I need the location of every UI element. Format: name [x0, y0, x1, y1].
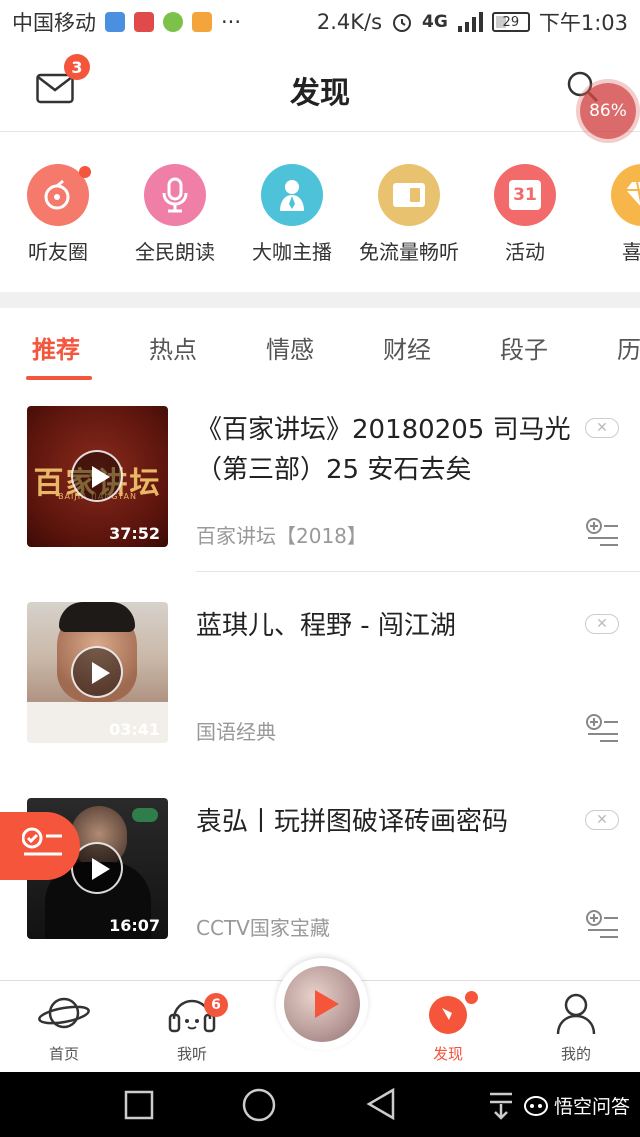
play-icon[interactable] — [71, 646, 123, 698]
category-reading[interactable]: 全民朗读 — [117, 164, 233, 265]
status-bar: 中国移动 ··· 2.4K/s 4G 29 下午1:03 — [0, 0, 640, 44]
category-hosts[interactable]: 大咖主播 — [234, 164, 350, 265]
item-title[interactable]: 《百家讲坛》20180205 司马光（第三部）25 安石去矣 — [196, 410, 572, 490]
now-playing-cover — [284, 966, 360, 1042]
nav-listening[interactable]: 6 我听 — [142, 991, 242, 1064]
planet-icon — [38, 997, 90, 1029]
category-icon — [378, 164, 440, 226]
feed-item[interactable]: 03:41 蓝琪儿、程野 - 闯江湖 国语经典 ✕ — [0, 602, 640, 798]
checklist-icon — [22, 827, 62, 856]
app-icon — [134, 12, 154, 32]
item-source[interactable]: 国语经典 — [196, 716, 276, 745]
clock: 下午1:03 — [538, 11, 628, 35]
category-ximalaya[interactable]: 喜马 — [584, 164, 640, 265]
category-label: 大咖主播 — [252, 240, 332, 264]
center-play-button[interactable] — [276, 958, 368, 1050]
category-events[interactable]: 31 活动 — [467, 164, 583, 265]
nav-home[interactable]: 首页 — [14, 991, 114, 1064]
category-label: 喜马 — [622, 240, 640, 264]
recent-apps-icon[interactable] — [124, 1090, 154, 1120]
nav-label: 我的 — [560, 1045, 591, 1063]
tab-finance[interactable]: 财经 — [383, 330, 431, 365]
host-person-icon — [280, 180, 304, 211]
notification-dot — [465, 991, 478, 1004]
nav-label: 首页 — [48, 1045, 79, 1063]
dismiss-icon[interactable]: ✕ — [585, 810, 619, 830]
signal-icon — [457, 12, 483, 32]
dismiss-icon[interactable]: ✕ — [585, 614, 619, 634]
cover-logo — [132, 808, 158, 822]
item-source[interactable]: 百家讲坛【2018】 — [196, 520, 367, 549]
app-icon — [163, 12, 183, 32]
friend-circle-icon — [44, 179, 70, 210]
item-source[interactable]: CCTV国家宝藏 — [196, 912, 330, 941]
category-label: 活动 — [505, 240, 545, 264]
category-row: 听友圈 全民朗读 大咖主播 免流量畅听 31 活动 喜马 — [0, 150, 640, 280]
diamond-icon — [626, 181, 640, 206]
cover-image[interactable]: 03:41 — [27, 602, 168, 743]
nav-discover[interactable]: 发现 — [398, 991, 498, 1064]
battery-icon: 29 — [491, 12, 530, 32]
nav-label: 发现 — [432, 1045, 463, 1063]
network-speed: 2.4K/s — [316, 10, 383, 34]
active-tab-indicator — [26, 376, 92, 380]
category-free-data[interactable]: 免流量畅听 — [351, 164, 467, 265]
carrier-label: 中国移动 — [12, 11, 96, 35]
app-header: 3 发现 — [0, 44, 640, 132]
category-label: 全民朗读 — [135, 240, 215, 264]
watermark-text: 悟空问答 — [553, 1096, 630, 1118]
tab-bar: 推荐 热点 情感 财经 段子 历 — [0, 308, 640, 384]
category-label: 免流量畅听 — [359, 240, 459, 264]
nav-profile[interactable]: 我的 — [526, 991, 626, 1064]
item-title[interactable]: 蓝琪儿、程野 - 闯江湖 — [196, 606, 572, 646]
more-indicator: ··· — [221, 10, 242, 34]
watermark: 悟空问答 — [523, 1092, 630, 1119]
nav-badge: 6 — [204, 993, 228, 1017]
category-icon — [144, 164, 206, 226]
add-to-playlist-icon[interactable] — [586, 518, 620, 546]
duration: 37:52 — [109, 524, 160, 543]
category-label: 听友圈 — [28, 240, 88, 264]
category-icon — [611, 164, 640, 226]
dropdown-icon[interactable] — [488, 1090, 514, 1120]
dismiss-icon[interactable]: ✕ — [585, 418, 619, 438]
app-icon — [192, 12, 212, 32]
duration: 03:41 — [109, 720, 160, 739]
tab-emotion[interactable]: 情感 — [266, 330, 314, 365]
playlist-side-button[interactable] — [0, 812, 80, 880]
item-title[interactable]: 袁弘丨玩拼图破译砖画密码 — [196, 802, 572, 842]
divider — [196, 571, 640, 572]
sim-card-icon — [393, 183, 425, 207]
page-title: 发现 — [290, 76, 350, 111]
nav-label: 我听 — [176, 1045, 207, 1063]
wukong-logo-icon — [523, 1095, 548, 1116]
home-icon[interactable] — [242, 1088, 276, 1122]
play-icon[interactable] — [71, 450, 123, 502]
notification-dot — [79, 166, 91, 178]
system-nav-bar: 悟空问答 — [0, 1072, 640, 1137]
section-divider — [0, 292, 640, 308]
network-type: 4G — [422, 12, 448, 32]
tab-recommend[interactable]: 推荐 — [32, 330, 80, 365]
tab-hot[interactable]: 热点 — [149, 330, 197, 365]
category-icon — [261, 164, 323, 226]
add-to-playlist-icon[interactable] — [586, 910, 620, 938]
microphone-icon — [162, 177, 188, 213]
add-to-playlist-icon[interactable] — [586, 714, 620, 742]
category-icon: 31 — [494, 164, 556, 226]
user-icon — [556, 993, 596, 1035]
tab-jokes[interactable]: 段子 — [500, 330, 548, 365]
cover-hair — [59, 602, 135, 632]
calendar-icon: 31 — [509, 180, 541, 210]
feed-item[interactable]: 百家讲坛 BAIJIA JIANGTAN 37:52 《百家讲坛》2018020… — [0, 406, 640, 602]
floating-memory-ball[interactable]: 86% — [580, 83, 636, 139]
duration: 16:07 — [109, 916, 160, 935]
wifi-icon — [105, 12, 125, 32]
cover-image[interactable]: 百家讲坛 BAIJIA JIANGTAN 37:52 — [27, 406, 168, 547]
category-friend-circle[interactable]: 听友圈 — [0, 164, 116, 265]
category-icon — [27, 164, 91, 226]
alarm-icon — [393, 14, 412, 32]
back-icon[interactable] — [366, 1088, 396, 1120]
tab-history[interactable]: 历 — [617, 330, 640, 365]
